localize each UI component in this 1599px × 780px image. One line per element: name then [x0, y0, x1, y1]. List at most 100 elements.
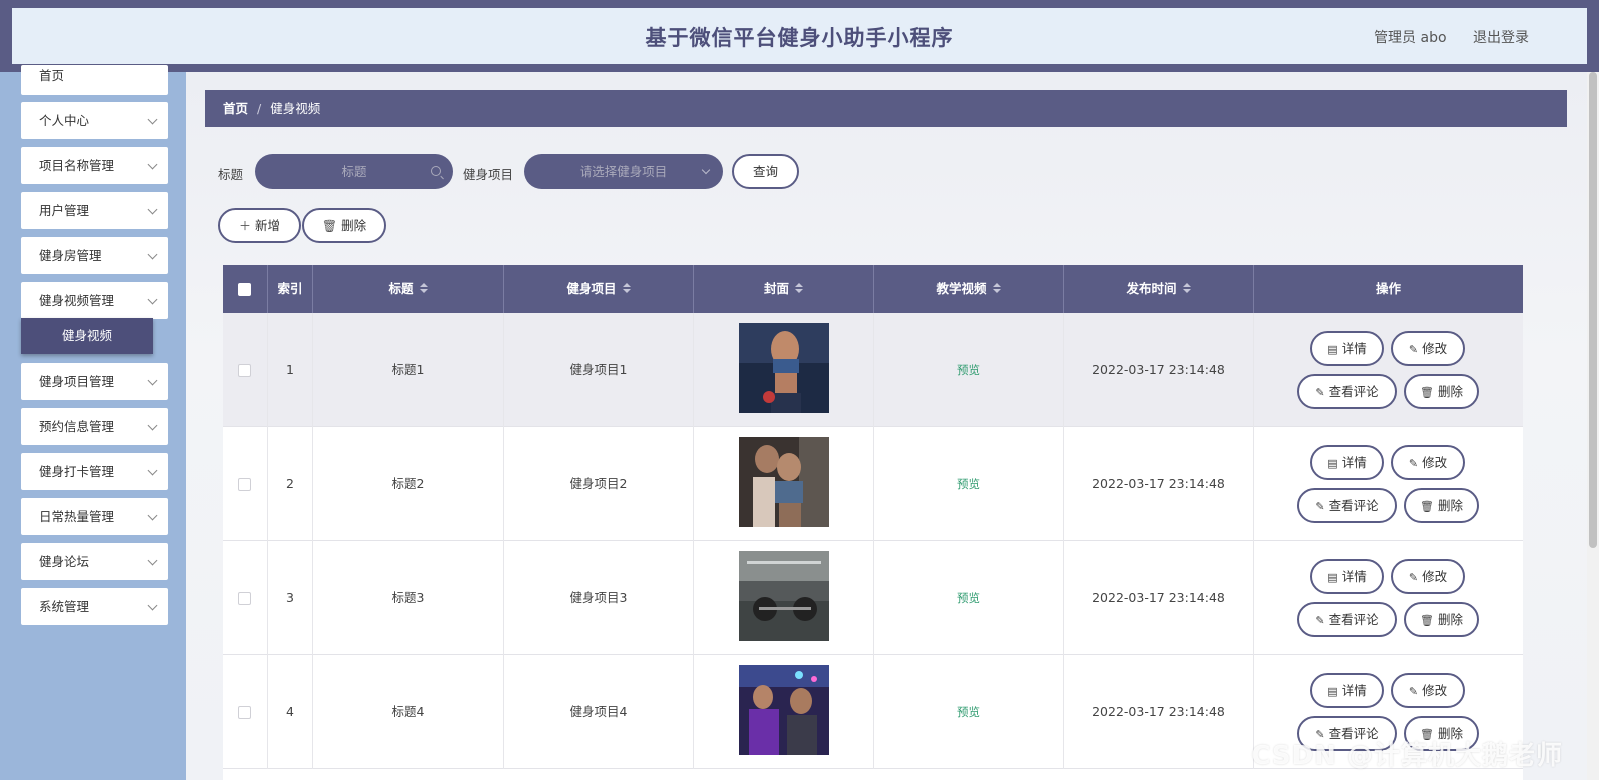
sort-icon[interactable]	[992, 282, 1001, 293]
column-header-time[interactable]: 发布时间	[1064, 265, 1254, 313]
trash-icon: 🗑	[1420, 500, 1434, 513]
title-cell: 标题3	[313, 541, 504, 655]
delete-row-button[interactable]: 🗑 删除	[1404, 488, 1479, 523]
logout-link[interactable]: 退出登录	[1473, 30, 1529, 46]
delete-row-button-label: 删除	[1437, 498, 1463, 513]
row-checkbox[interactable]	[238, 592, 251, 605]
select-all-checkbox[interactable]	[238, 283, 251, 296]
column-header-project[interactable]: 健身项目	[504, 265, 694, 313]
edit-button[interactable]: ✎ 修改	[1391, 559, 1465, 594]
query-button[interactable]: 查询	[732, 154, 799, 189]
sidebar-item-fitness-videos[interactable]: 健身视频管理	[21, 282, 168, 319]
breadcrumb-separator: /	[257, 101, 262, 116]
delete-row-button[interactable]: 🗑 删除	[1404, 374, 1479, 409]
column-header-label: 操作	[1375, 281, 1401, 296]
project-select-label: 健身项目	[463, 167, 514, 182]
view-comments-button-label: 查看评论	[1328, 612, 1379, 627]
view-comments-button[interactable]: ✎ 查看评论	[1297, 374, 1397, 409]
cover-image[interactable]	[739, 665, 829, 755]
view-comments-button-label: 查看评论	[1328, 498, 1379, 513]
sort-icon[interactable]	[419, 282, 428, 293]
video-preview-link[interactable]: 预览	[957, 705, 980, 719]
detail-button[interactable]: ▤ 详情	[1310, 445, 1384, 480]
cover-image[interactable]	[739, 551, 829, 641]
cover-cell	[694, 655, 874, 769]
video-preview-link[interactable]: 预览	[957, 363, 980, 377]
sidebar-item-appointments[interactable]: 预约信息管理	[21, 408, 168, 445]
video-table: 索引 标题 健身项目 封面 教学视频 发布时间 操作 1 标题1 健身项目1 预…	[223, 265, 1523, 780]
title-search-placeholder: 标题	[341, 164, 367, 179]
detail-button[interactable]: ▤ 详情	[1310, 559, 1384, 594]
sidebar-item-gyms[interactable]: 健身房管理	[21, 237, 168, 274]
sidebar-item-project-names[interactable]: 项目名称管理	[21, 147, 168, 184]
view-comments-button-label: 查看评论	[1328, 384, 1379, 399]
row-checkbox[interactable]	[238, 478, 251, 491]
sidebar-subitem-fitness-video[interactable]: 健身视频	[21, 318, 153, 354]
pencil-icon: ✎	[1315, 386, 1325, 399]
delete-row-button[interactable]: 🗑 删除	[1404, 602, 1479, 637]
sidebar-item-label: 日常热量管理	[39, 509, 115, 524]
pencil-icon: ✎	[1315, 614, 1325, 627]
delete-button-label: 删除	[341, 218, 367, 233]
sidebar-item-forum[interactable]: 健身论坛	[21, 543, 168, 580]
cover-image[interactable]	[739, 437, 829, 527]
chevron-down-icon	[701, 165, 711, 175]
sidebar-item-personal-center[interactable]: 个人中心	[21, 102, 168, 139]
edit-button[interactable]: ✎ 修改	[1391, 673, 1465, 708]
vertical-scrollbar[interactable]	[1587, 72, 1599, 780]
sidebar-item-system[interactable]: 系统管理	[21, 588, 168, 625]
video-cell: 预览	[874, 427, 1064, 541]
project-select[interactable]: 请选择健身项目	[524, 154, 723, 189]
row-select-cell	[223, 541, 268, 655]
header-bar: 基于微信平台健身小助手小程序 管理员 abo 退出登录	[12, 8, 1587, 64]
sidebar-item-label: 健身打卡管理	[39, 464, 115, 479]
video-preview-link[interactable]: 预览	[957, 477, 980, 491]
sidebar-item-checkins[interactable]: 健身打卡管理	[21, 453, 168, 490]
breadcrumb-home[interactable]: 首页	[223, 101, 248, 116]
title-search-input[interactable]: 标题	[255, 154, 453, 189]
edit-button[interactable]: ✎ 修改	[1391, 331, 1465, 366]
detail-button[interactable]: ▤ 详情	[1310, 673, 1384, 708]
sidebar-item-label: 健身项目管理	[39, 374, 115, 389]
sidebar-item-label: 健身视频管理	[39, 293, 115, 308]
column-header-video[interactable]: 教学视频	[874, 265, 1064, 313]
column-header-cover[interactable]: 封面	[694, 265, 874, 313]
cover-image[interactable]	[739, 323, 829, 413]
sort-icon[interactable]	[622, 282, 631, 293]
sidebar-item-label: 预约信息管理	[39, 419, 115, 434]
sort-icon[interactable]	[1182, 282, 1191, 293]
video-preview-link[interactable]: 预览	[957, 591, 980, 605]
column-header-label: 封面	[763, 281, 789, 296]
sidebar-item-calories[interactable]: 日常热量管理	[21, 498, 168, 535]
table-row: 3 标题3 健身项目3 预览 2022-03-17 23:14:48 ▤ 详情 ✎…	[223, 541, 1523, 655]
table-header: 索引 标题 健身项目 封面 教学视频 发布时间 操作	[223, 265, 1523, 313]
delete-button[interactable]: 🗑 删除	[302, 208, 386, 243]
trash-icon: 🗑	[321, 219, 338, 233]
row-checkbox[interactable]	[238, 706, 251, 719]
edit-button[interactable]: ✎ 修改	[1391, 445, 1465, 480]
view-comments-button[interactable]: ✎ 查看评论	[1297, 488, 1397, 523]
row-checkbox[interactable]	[238, 364, 251, 377]
trash-icon: 🗑	[1420, 386, 1434, 399]
sidebar-item-home[interactable]: 首页	[21, 65, 168, 95]
detail-button[interactable]: ▤ 详情	[1310, 331, 1384, 366]
column-header-title[interactable]: 标题	[313, 265, 504, 313]
sidebar-item-label: 个人中心	[39, 113, 90, 128]
detail-button-label: 详情	[1341, 341, 1367, 356]
scrollbar-thumb[interactable]	[1589, 72, 1597, 548]
chevron-down-icon	[147, 555, 158, 566]
title-cell: 标题1	[313, 313, 504, 427]
chevron-down-icon	[147, 114, 158, 125]
sidebar-item-fitness-projects[interactable]: 健身项目管理	[21, 363, 168, 400]
document-icon: ▤	[1327, 457, 1338, 470]
sidebar-item-users[interactable]: 用户管理	[21, 192, 168, 229]
admin-user-label[interactable]: 管理员 abo	[1374, 30, 1446, 46]
view-comments-button[interactable]: ✎ 查看评论	[1297, 602, 1397, 637]
project-cell: 健身项目3	[504, 541, 694, 655]
video-cell: 预览	[874, 541, 1064, 655]
actions-cell: ▤ 详情 ✎ 修改 ✎ 查看评论 🗑 删除	[1254, 541, 1523, 655]
add-button[interactable]: ＋ 新增	[218, 208, 301, 243]
index-cell: 2	[268, 427, 313, 541]
pencil-icon: ✎	[1408, 457, 1419, 470]
sort-icon[interactable]	[795, 282, 803, 293]
